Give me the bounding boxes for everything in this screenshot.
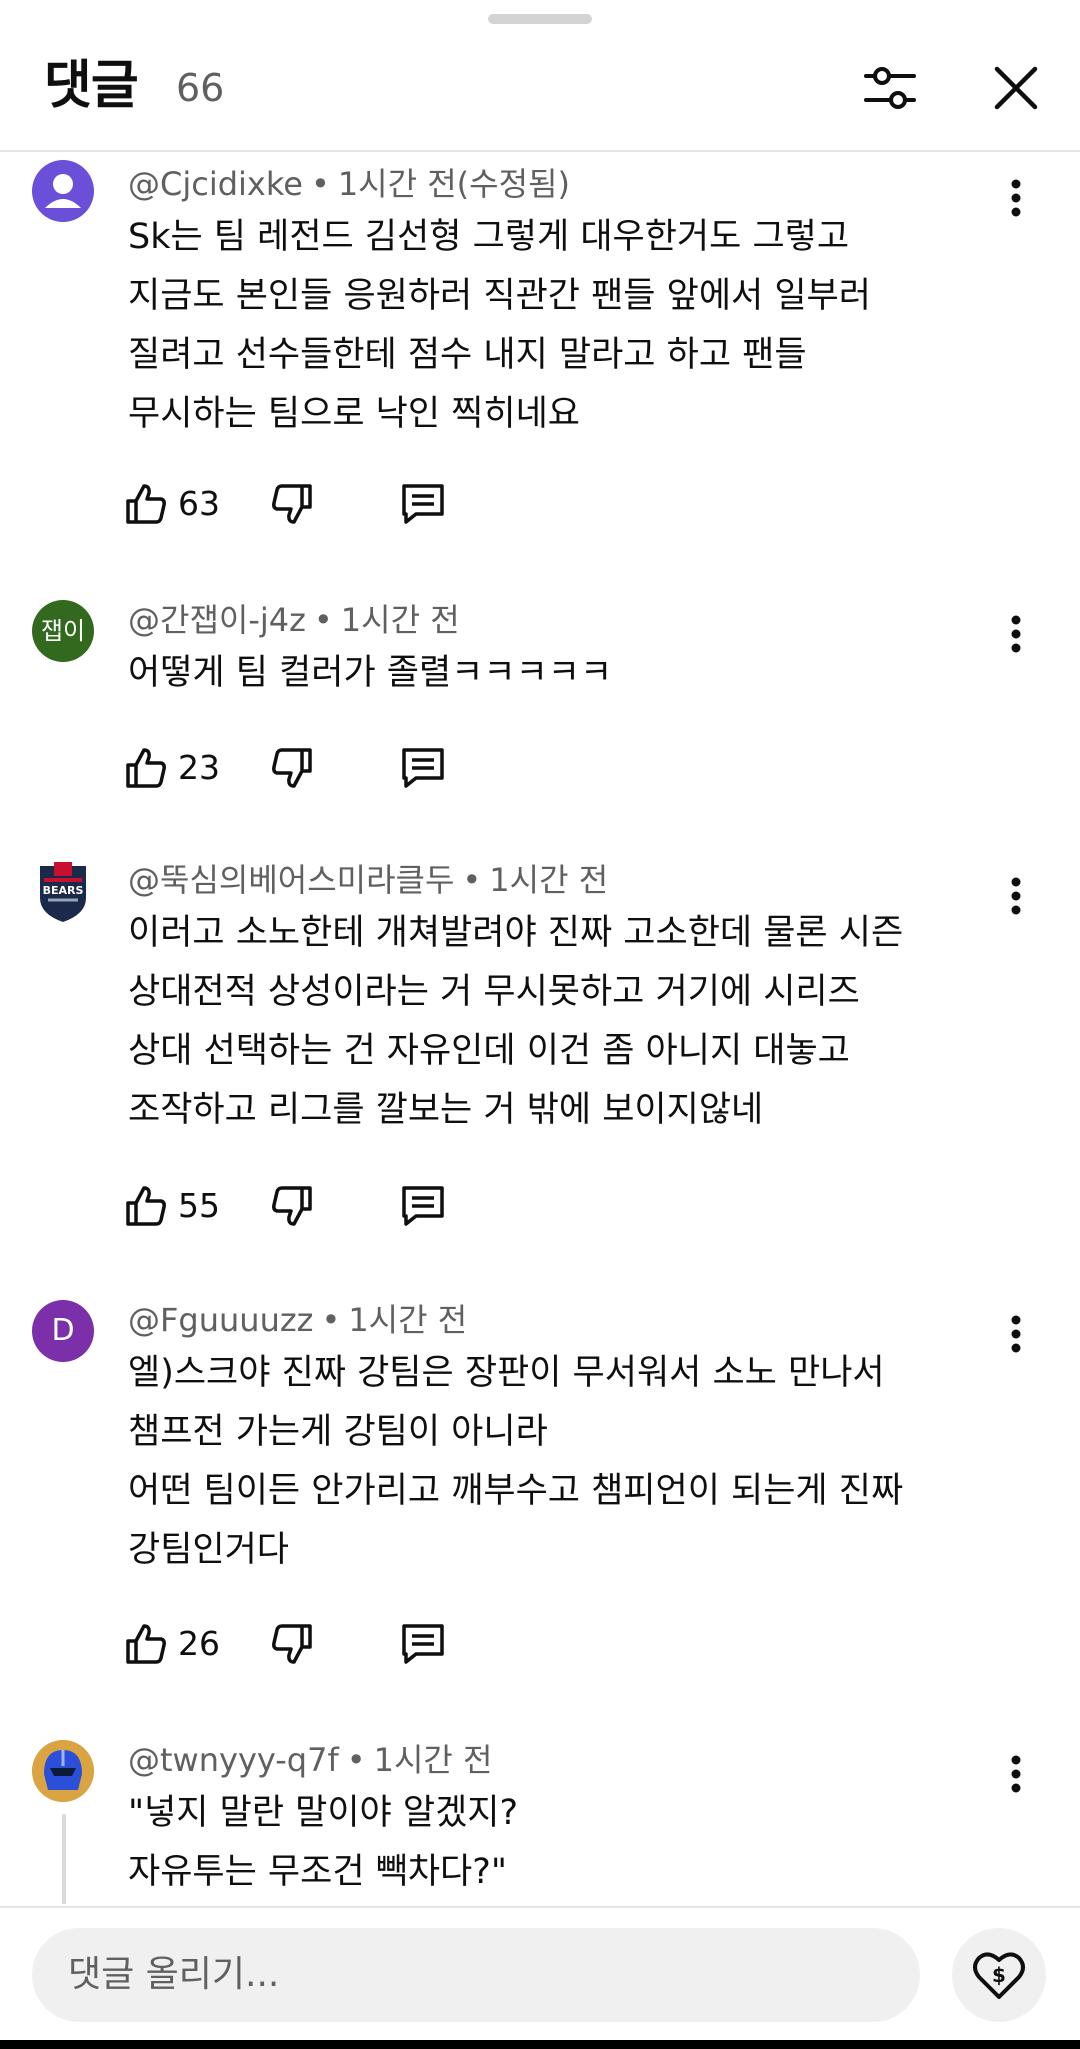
more-vert-icon xyxy=(1011,179,1021,217)
comment-meta: @간잽이-j4z • 1시간 전 xyxy=(128,601,460,639)
comment-text: 어떻게 팀 컬러가 졸렬ㅋㅋㅋㅋㅋ xyxy=(128,653,613,693)
thumbs-up-icon xyxy=(126,1186,166,1226)
comment-count: 66 xyxy=(176,66,225,110)
comment-author[interactable]: @간잽이-j4z xyxy=(128,601,306,639)
comment-author[interactable]: @Cjcidixke xyxy=(128,165,303,203)
reply-button[interactable] xyxy=(400,1616,450,1672)
close-icon xyxy=(994,66,1038,110)
like-count: 26 xyxy=(178,1624,220,1663)
comment-actions: 23 xyxy=(124,740,484,796)
avatar-label: D xyxy=(51,1313,75,1348)
comment-time: 1시간 전 xyxy=(340,601,460,639)
dislike-button[interactable] xyxy=(270,476,320,532)
more-vert-icon xyxy=(1011,877,1021,915)
avatar-label: 잽이 xyxy=(40,617,86,645)
comment-author[interactable]: @Fguuuuzz xyxy=(128,1301,313,1339)
dislike-button[interactable] xyxy=(270,740,320,796)
helmet-icon xyxy=(32,1740,94,1802)
comment-actions: 63 xyxy=(124,476,484,532)
reply-button[interactable] xyxy=(400,476,450,532)
like-button[interactable]: 55 xyxy=(124,1178,220,1234)
super-thanks-button[interactable]: $ xyxy=(952,1928,1046,2022)
dislike-button[interactable] xyxy=(270,1616,320,1672)
comment-meta: @Fguuuuzz • 1시간 전 xyxy=(128,1301,468,1339)
reply-button[interactable] xyxy=(400,740,450,796)
like-count: 63 xyxy=(178,484,220,523)
avatar[interactable] xyxy=(32,160,94,222)
avatar[interactable]: D xyxy=(32,1300,94,1362)
sort-filter-button[interactable] xyxy=(854,52,926,124)
comment-author[interactable]: @twnyyy-q7f xyxy=(128,1741,339,1779)
thumbs-down-icon xyxy=(272,748,312,788)
thumbs-down-icon xyxy=(272,1624,312,1664)
reply-thread-line xyxy=(62,1814,66,1904)
super-thanks-heart-icon: $ xyxy=(973,1952,1025,1999)
comments-header: 댓글 66 xyxy=(0,40,1080,152)
page-title: 댓글 xyxy=(44,56,139,116)
reply-button[interactable] xyxy=(400,1178,450,1234)
add-comment-input[interactable] xyxy=(32,1928,920,2022)
svg-text:$: $ xyxy=(992,1963,1006,1987)
comment-text: Sk는 팀 레전드 김선형 그렇게 대우한거도 그렇고 지금도 본인들 응원하러… xyxy=(128,217,871,434)
team-logo-label: BEARS xyxy=(43,884,84,897)
dislike-button[interactable] xyxy=(270,1178,320,1234)
like-count: 55 xyxy=(178,1186,220,1225)
like-button[interactable]: 63 xyxy=(124,476,220,532)
drag-handle[interactable] xyxy=(488,14,592,24)
comment-meta: @뚝심의베어스미라클두 • 1시간 전 xyxy=(128,861,609,899)
close-button[interactable] xyxy=(980,52,1052,124)
sliders-icon xyxy=(864,67,916,109)
comment-text: 이러고 소노한테 개쳐발려야 진짜 고소한데 물론 시즌 상대전적 상성이라는 … xyxy=(128,913,904,1130)
thumbs-up-icon xyxy=(126,1624,166,1664)
like-button[interactable]: 23 xyxy=(124,740,220,796)
reply-comment-icon xyxy=(402,484,444,524)
comment-time: 1시간 전 xyxy=(489,861,609,899)
thumbs-up-icon xyxy=(126,748,166,788)
comment-time: 1시간 전(수정됨) xyxy=(337,165,570,203)
like-button[interactable]: 26 xyxy=(124,1616,220,1672)
more-vert-icon xyxy=(1011,1315,1021,1353)
comment-text: "넣지 말란 말이야 알겠지? 자유투는 무조건 빽차다?" xyxy=(128,1793,519,1892)
thumbs-up-icon xyxy=(126,484,166,524)
team-logo-icon: BEARS xyxy=(40,862,86,922)
avatar[interactable]: BEARS xyxy=(32,860,94,922)
avatar[interactable]: 잽이 xyxy=(32,600,94,662)
default-user-icon xyxy=(45,174,81,208)
comment-time: 1시간 전 xyxy=(373,1741,493,1779)
reply-comment-icon xyxy=(402,1186,444,1226)
more-vert-icon xyxy=(1011,615,1021,653)
comment-composer: $ xyxy=(0,1906,1080,2040)
thumbs-down-icon xyxy=(272,484,312,524)
comment-time: 1시간 전 xyxy=(348,1301,468,1339)
comment-author[interactable]: @뚝심의베어스미라클두 xyxy=(128,861,454,899)
comment-actions: 26 xyxy=(124,1616,484,1672)
comment-actions: 55 xyxy=(124,1178,484,1234)
comment-meta: @twnyyy-q7f • 1시간 전 xyxy=(128,1741,493,1779)
reply-comment-icon xyxy=(402,1624,444,1664)
more-vert-icon xyxy=(1011,1755,1021,1793)
thumbs-down-icon xyxy=(272,1186,312,1226)
avatar[interactable] xyxy=(32,1740,94,1802)
comments-sheet: 댓글 66 @Cjcidixke • 1시간 전(수정됨) Sk는 팀 레전드 … xyxy=(0,0,1080,2040)
comment-text: 엘)스크야 진짜 강팀은 장판이 무서워서 소노 만나서 챔프전 가는게 강팀이… xyxy=(128,1353,904,1570)
reply-comment-icon xyxy=(402,748,444,788)
comment-meta: @Cjcidixke • 1시간 전(수정됨) xyxy=(128,165,570,203)
comment-list[interactable]: @Cjcidixke • 1시간 전(수정됨) Sk는 팀 레전드 김선형 그렇게 … xyxy=(0,154,1080,1904)
like-count: 23 xyxy=(178,748,220,787)
